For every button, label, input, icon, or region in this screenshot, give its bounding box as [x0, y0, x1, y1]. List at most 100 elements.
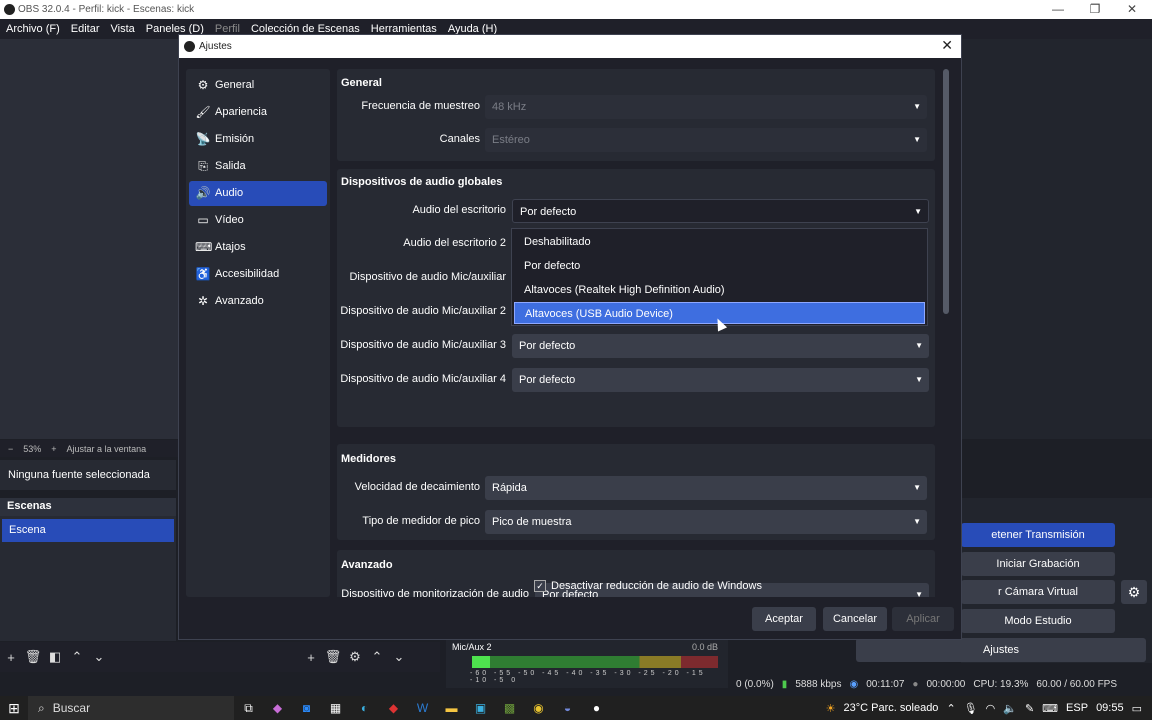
nav-label: Salida [215, 160, 246, 172]
nav-apariencia[interactable]: 🖌 Apariencia [189, 100, 327, 125]
obs-logo-icon [184, 41, 195, 52]
fit-window-select[interactable]: Ajustar a la ventana [67, 444, 147, 454]
minecraft-icon[interactable]: ▩ [495, 701, 524, 715]
maximize-button[interactable]: ❐ [1077, 0, 1113, 19]
cancel-button[interactable]: Cancelar [823, 607, 887, 631]
close-icon[interactable]: ✕ [941, 37, 953, 54]
close-window-button[interactable]: ✕ [1114, 0, 1150, 19]
dropdown-option[interactable]: Altavoces (Realtek High Definition Audio… [514, 279, 925, 301]
move-up-icon[interactable]: ⌃ [66, 649, 88, 665]
peak-select[interactable]: Pico de muestra ▼ [485, 510, 927, 534]
trash-source-icon[interactable]: 🗑 [322, 649, 344, 665]
notifications-icon[interactable]: ▭ [1132, 702, 1142, 715]
bitrate: 5888 kbps [795, 678, 842, 690]
chevron-down-icon: ▼ [913, 135, 921, 144]
ducking-label: Desactivar reducción de audio de Windows [551, 580, 762, 592]
explorer-icon[interactable]: ▬ [437, 701, 466, 715]
signal-icon: ▮ [781, 678, 788, 690]
copilot-icon[interactable]: ◆ [263, 701, 292, 715]
content-scrollbar[interactable] [943, 69, 949, 589]
scene-item[interactable]: Escena [2, 519, 174, 542]
mic-3-select[interactable]: Por defecto ▼ [512, 334, 929, 358]
zoom-level: 53% [23, 443, 42, 454]
nav-general[interactable]: ⚙ General [189, 73, 327, 98]
virtual-camera-button[interactable]: r Cámara Virtual [961, 580, 1115, 604]
app-icon[interactable]: ◆ [379, 701, 408, 715]
volume-icon[interactable]: 🔈 [1003, 702, 1017, 715]
menu-archivo[interactable]: Archivo (F) [6, 23, 60, 35]
dropdown-option[interactable]: Deshabilitado [514, 231, 925, 253]
section-title: Dispositivos de audio globales [341, 176, 503, 188]
channels-select[interactable]: Estéreo ▼ [485, 128, 927, 152]
ducking-checkbox[interactable]: ✓ [534, 580, 546, 592]
desktop-audio-select[interactable]: Por defecto ▼ [512, 199, 929, 223]
trash-icon[interactable]: 🗑 [22, 649, 44, 665]
mic-3-label: Dispositivo de audio Mic/auxiliar 3 [340, 339, 506, 351]
task-view-icon[interactable]: ⧉ [234, 701, 263, 716]
obs-taskbar-icon[interactable]: ● [582, 701, 611, 715]
speaker-icon: 🔊 [195, 186, 211, 200]
zoom-out-button[interactable]: − [8, 444, 13, 454]
nav-audio[interactable]: 🔊 Audio [189, 181, 327, 206]
settings-button[interactable]: Ajustes [856, 638, 1146, 662]
nav-avanzado[interactable]: ✲ Avanzado [189, 289, 327, 314]
mic-4-select[interactable]: Por defecto ▼ [512, 368, 929, 392]
desktop-audio-label: Audio del escritorio [412, 204, 506, 216]
store-icon[interactable]: ▣ [466, 701, 495, 715]
peak-value: Pico de muestra [492, 516, 572, 528]
chevron-down-icon: ▼ [914, 207, 922, 216]
edge-icon[interactable]: ◐ [350, 701, 379, 715]
outlook-icon[interactable]: ◙ [292, 701, 321, 715]
nav-label: Emisión [215, 133, 255, 145]
channels-value: Estéreo [492, 134, 530, 146]
filter-icon[interactable]: ◧ [44, 649, 66, 665]
source-down-icon[interactable]: ⌄ [388, 649, 410, 665]
discord-icon[interactable]: ◒ [553, 701, 582, 715]
add-scene-icon[interactable]: + [0, 650, 22, 665]
no-source-label: Ninguna fuente seleccionada [0, 460, 176, 490]
calculator-icon[interactable]: ▦ [321, 701, 350, 715]
chevron-up-icon[interactable]: ⌃ [946, 702, 955, 715]
zoom-in-button[interactable]: + [51, 444, 56, 454]
windows-start-icon[interactable]: ⊞ [0, 700, 28, 717]
language[interactable]: ESP [1066, 702, 1088, 714]
fps: 60.00 / 60.00 FPS [1036, 678, 1118, 690]
section-title: Medidores [341, 453, 397, 465]
apply-button[interactable]: Aplicar [892, 607, 954, 631]
nav-atajos[interactable]: ⌨ Atajos [189, 235, 327, 260]
nav-video[interactable]: ▭ Vídeo [189, 208, 327, 233]
menu-editar[interactable]: Editar [71, 23, 100, 35]
chrome-icon[interactable]: ◉ [524, 701, 553, 715]
ducking-checkbox-row[interactable]: ✓ Desactivar reducción de audio de Windo… [534, 580, 762, 592]
word-icon[interactable]: W [408, 701, 437, 715]
add-source-icon[interactable]: + [300, 650, 322, 665]
volume-meter [472, 656, 718, 668]
mic-4-value: Por defecto [519, 374, 576, 386]
scenes-toolbar: + 🗑 ◧ ⌃ ⌄ + 🗑 ⚙ ⌃ ⌄ [0, 642, 440, 672]
sample-rate-select[interactable]: 48 kHz ▼ [485, 95, 927, 119]
decay-select[interactable]: Rápida ▼ [485, 476, 927, 500]
chevron-down-icon: ▼ [913, 483, 921, 492]
accept-button[interactable]: Aceptar [752, 607, 816, 631]
nav-salida[interactable]: ⎘ Salida [189, 154, 327, 179]
weather-icon: ☀ [825, 702, 836, 715]
nav-emision[interactable]: 📡 Emisión [189, 127, 327, 152]
gear-icon[interactable]: ⚙ [1121, 580, 1147, 604]
peak-label: Tipo de medidor de pico [362, 515, 480, 527]
right-dock [961, 39, 1152, 439]
move-down-icon[interactable]: ⌄ [88, 649, 110, 665]
stop-stream-button[interactable]: etener Transmisión [961, 523, 1115, 547]
taskbar-search[interactable]: ⌕ Buscar [28, 696, 234, 720]
menu-vista[interactable]: Vista [111, 23, 135, 35]
record-time: 00:00:00 [926, 678, 966, 690]
dropdown-option[interactable]: Por defecto [514, 255, 925, 277]
mic-icon: 🎙 [963, 702, 978, 715]
advanced-gear-icon: ✲ [197, 294, 209, 308]
source-up-icon[interactable]: ⌃ [366, 649, 388, 665]
studio-mode-button[interactable]: Modo Estudio [961, 609, 1115, 633]
minimize-button[interactable]: — [1040, 0, 1076, 19]
nav-label: Accesibilidad [215, 268, 280, 280]
source-settings-icon[interactable]: ⚙ [344, 649, 366, 665]
nav-accesibilidad[interactable]: ♿ Accesibilidad [189, 262, 327, 287]
start-recording-button[interactable]: Iniciar Grabación [961, 552, 1115, 576]
